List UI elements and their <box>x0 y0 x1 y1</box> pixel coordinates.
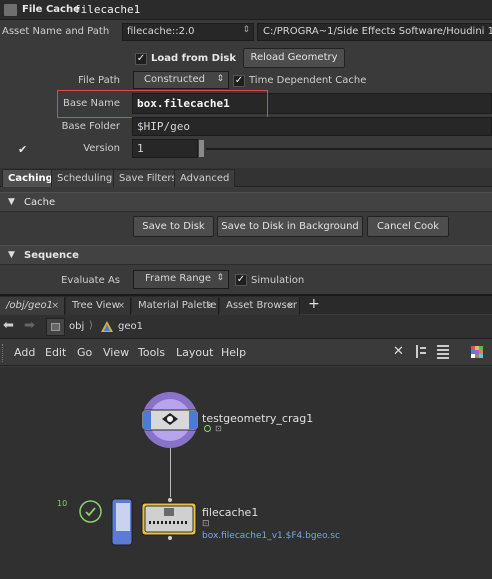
forward-arrow-icon[interactable]: ➡ <box>24 318 35 333</box>
node-output-path: box.filecache1_v1.$F4.bgeo.sc <box>202 531 340 541</box>
evaluate-as-select[interactable]: Frame Range ⇕ <box>133 270 229 289</box>
pane-tab-label: /obj/geo1 <box>6 300 53 311</box>
tab-save-filters[interactable]: Save Filters <box>113 169 183 187</box>
sequence-section-header[interactable]: ▼ Sequence <box>0 245 492 265</box>
menu-edit[interactable]: Edit <box>45 346 66 359</box>
lock-icon: ⊡ <box>215 424 222 433</box>
version-label: Version <box>83 143 120 154</box>
menu-go[interactable]: Go <box>77 346 92 359</box>
asset-label: Asset Name and Path <box>2 26 110 37</box>
collapse-triangle-icon: ▼ <box>8 250 15 260</box>
lock-icon: ⊡ <box>202 519 210 529</box>
node-type-icon <box>4 4 17 16</box>
menu-layout[interactable]: Layout <box>176 346 213 359</box>
cache-section-title: Cache <box>24 197 56 208</box>
pin-icon[interactable] <box>46 318 65 336</box>
asset-path-field[interactable]: C:/PROGRA~1/Side Effects Software/Houdin… <box>257 23 492 41</box>
save-to-disk-button[interactable]: Save to Disk <box>133 216 214 237</box>
asset-name-select[interactable]: filecache::2.0 ⇕ <box>122 23 254 41</box>
version-slider-track[interactable] <box>206 148 492 150</box>
asset-name-value: filecache::2.0 <box>127 26 195 37</box>
menu-tools[interactable]: Tools <box>138 346 165 359</box>
time-dependent-checkbox[interactable]: ✓ <box>233 75 245 87</box>
add-tab-icon[interactable]: + <box>308 296 320 312</box>
network-menu-bar: Add Edit Go View Tools Layout Help ✕ <box>0 340 492 366</box>
cook-status-icon[interactable] <box>79 500 102 523</box>
tools-wrench-icon[interactable]: ✕ <box>393 344 404 359</box>
load-from-disk-label: Load from Disk <box>151 53 237 64</box>
path-separator-icon: ⟩ <box>89 320 93 331</box>
reload-geometry-button[interactable]: Reload Geometry <box>243 48 345 68</box>
path-bar: ⬅ ➡ obj ⟩ geo1 <box>0 315 492 339</box>
list-view-icon[interactable] <box>437 345 449 359</box>
node-status-icon <box>204 425 211 432</box>
pane-tab-network[interactable]: /obj/geo1 × <box>0 297 65 315</box>
close-icon[interactable]: × <box>286 301 294 311</box>
menu-help[interactable]: Help <box>221 346 246 359</box>
file-path-label: File Path <box>78 75 120 86</box>
pane-tab-label: Tree View <box>72 300 120 311</box>
version-input[interactable]: 1 <box>132 139 198 158</box>
base-folder-input[interactable]: $HIP/geo <box>132 117 492 136</box>
close-icon[interactable]: × <box>205 301 213 311</box>
color-palette-icon[interactable] <box>471 346 483 358</box>
pane-tab-tree-view[interactable]: Tree View × <box>66 297 131 315</box>
sequence-section-title: Sequence <box>24 250 79 261</box>
version-slider-handle[interactable] <box>199 140 204 157</box>
select-arrows-icon: ⇕ <box>216 273 224 283</box>
select-arrows-icon: ⇕ <box>216 74 224 84</box>
file-path-select[interactable]: Constructed ⇕ <box>133 71 229 89</box>
path-geo[interactable]: geo1 <box>118 321 143 332</box>
load-from-disk-checkbox[interactable]: ✓ <box>135 53 147 65</box>
node-filecache[interactable] <box>108 495 198 547</box>
evaluate-as-label: Evaluate As <box>61 275 120 286</box>
parameter-tabs: Caching Scheduling Save Filters Advanced <box>0 168 492 187</box>
node-label-filecache: filecache1 <box>202 506 259 519</box>
menu-add[interactable]: Add <box>14 346 35 359</box>
highlight-box <box>57 90 268 118</box>
save-background-button[interactable]: Save to Disk in Background <box>217 216 363 237</box>
close-icon[interactable]: × <box>117 301 125 311</box>
geo-icon <box>100 320 114 334</box>
node-badge: 10 <box>57 499 68 508</box>
time-dependent-label: Time Dependent Cache <box>249 75 367 86</box>
menu-view[interactable]: View <box>103 346 129 359</box>
path-obj[interactable]: obj <box>69 321 84 332</box>
node-name-field[interactable]: filecache1 <box>74 2 234 18</box>
back-arrow-icon[interactable]: ⬅ <box>3 318 14 333</box>
simulation-checkbox[interactable]: ✓ <box>235 274 247 286</box>
pane-tab-asset-browser[interactable]: Asset Browser × <box>220 297 300 315</box>
pane-tab-bar: /obj/geo1 × Tree View × Material Palette × … <box>0 294 492 315</box>
node-type-label: File Cache <box>22 4 80 15</box>
cache-section-header[interactable]: ▼ Cache <box>0 192 492 212</box>
parameter-header: File Cache filecache1 <box>0 0 492 20</box>
file-path-value: Constructed <box>144 74 205 85</box>
pane-tab-material-palette[interactable]: Material Palette × <box>132 297 219 315</box>
tree-layout-icon[interactable] <box>416 345 427 358</box>
cancel-cook-button[interactable]: Cancel Cook <box>367 216 449 237</box>
simulation-label: Simulation <box>251 275 305 286</box>
collapse-triangle-icon: ▼ <box>8 197 15 207</box>
close-icon[interactable]: × <box>51 301 59 311</box>
node-testgeometry-crag[interactable] <box>141 391 199 449</box>
network-editor[interactable]: testgeometry_crag1 ⊡ 10 filecache1 ⊡ box… <box>0 367 492 579</box>
evaluate-as-value: Frame Range <box>145 273 212 284</box>
base-folder-label: Base Folder <box>61 121 120 132</box>
tab-scheduling[interactable]: Scheduling <box>51 169 119 187</box>
grip-icon <box>2 344 5 362</box>
asset-row: Asset Name and Path filecache::2.0 ⇕ C:/… <box>0 21 492 43</box>
tab-advanced[interactable]: Advanced <box>174 169 236 187</box>
select-arrows-icon: ⇕ <box>242 25 250 35</box>
